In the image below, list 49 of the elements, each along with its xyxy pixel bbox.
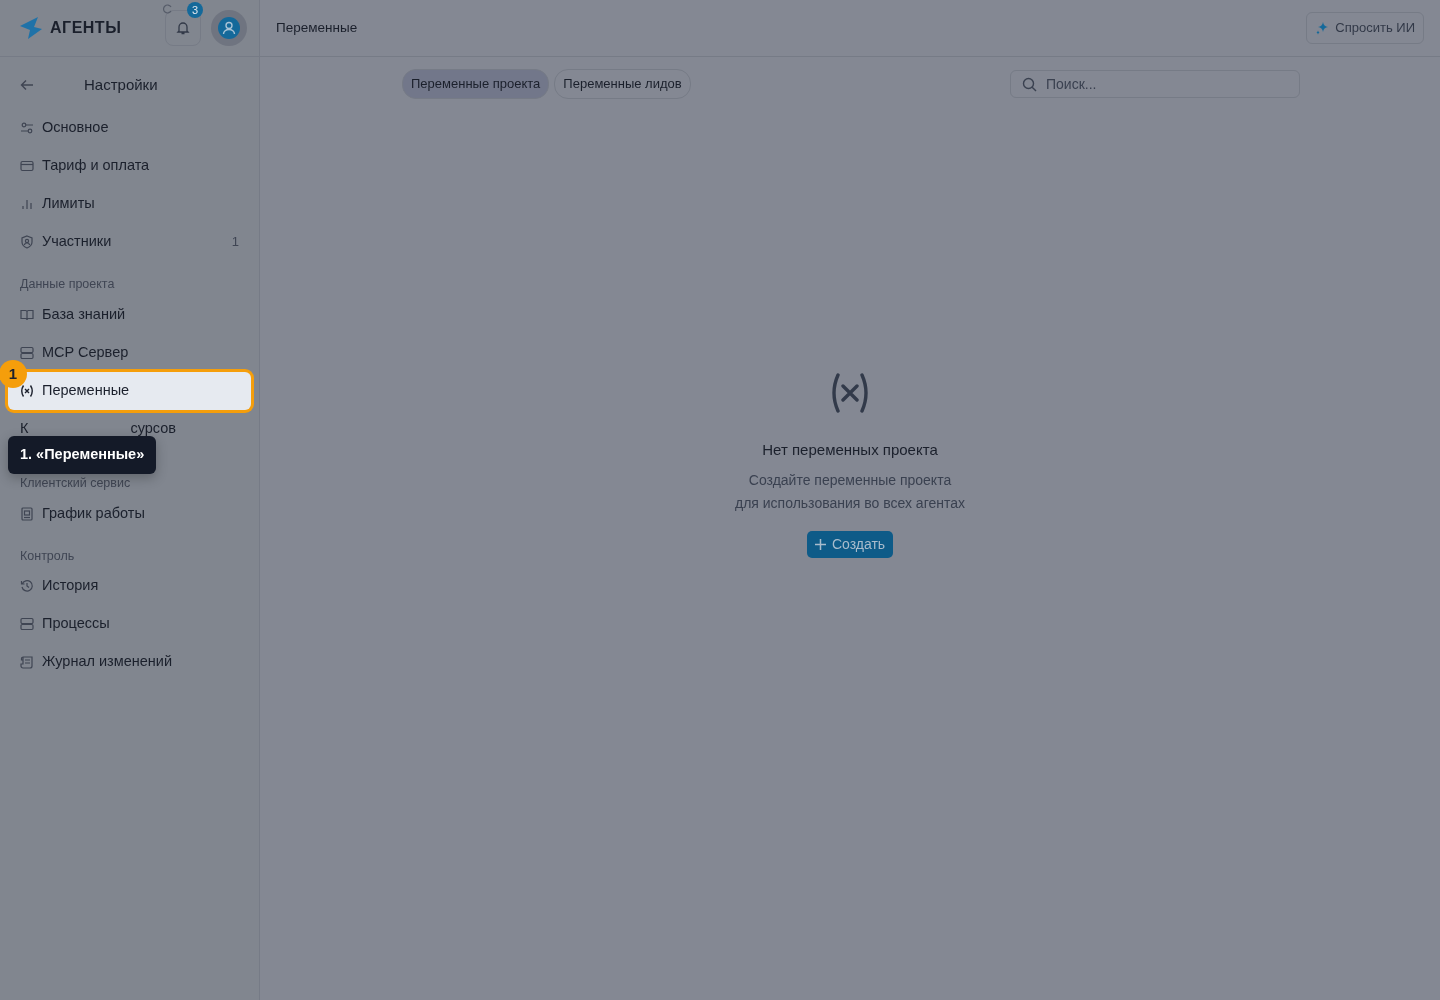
book-icon (20, 506, 34, 521)
avatar[interactable] (211, 10, 247, 46)
shield-user-icon (20, 235, 34, 249)
sidebar-item[interactable]: Журнал изменений (12, 643, 247, 682)
server-icon (20, 345, 34, 360)
bar-chart-icon (20, 197, 34, 211)
sidebar-item[interactable]: Процессы (12, 605, 247, 644)
sidebar-item[interactable]: Тариф и оплата (12, 147, 247, 185)
empty-title: Нет переменных проекта (762, 439, 938, 460)
sidebar-item[interactable]: График работы (12, 494, 247, 533)
sidebar-item[interactable]: База знаний (12, 295, 247, 334)
empty-description: для использования во всех агентах (734, 494, 965, 513)
sliders-icon (20, 121, 34, 135)
brand-name: АГЕНТЫ (50, 18, 122, 38)
plus-icon (814, 539, 826, 550)
notification-count: 3 (187, 2, 203, 18)
card-icon (20, 159, 34, 173)
page-title: Переменные (276, 18, 358, 37)
sidebar-item-label: сурсов (130, 418, 177, 438)
sidebar-item[interactable]: Основное (12, 109, 247, 147)
section-heading: Клиентский сервис (20, 474, 132, 492)
sidebar-item-label: К (20, 418, 29, 438)
empty-description: Создайте переменные проекта (747, 471, 953, 490)
sidebar-item[interactable]: Лимиты (12, 185, 247, 223)
tour-tooltip: 1. «Переменные» (8, 435, 157, 474)
section-heading: Данные проекта (20, 276, 116, 293)
settings-title: Настройки (84, 74, 158, 95)
tab[interactable]: Переменные лидов (554, 69, 691, 99)
tab[interactable]: Переменные проекта (402, 69, 550, 99)
variable-icon (830, 370, 870, 415)
spinner-icon (163, 4, 173, 14)
book-icon (20, 307, 34, 322)
history-icon (20, 579, 34, 594)
scroll-icon (20, 655, 34, 670)
logo-icon (18, 15, 44, 41)
sidebar-item[interactable]: Участники 1 (12, 223, 247, 261)
server-icon (20, 617, 34, 632)
ask-ai-button[interactable]: Спросить ИИ (1306, 12, 1424, 44)
search-field[interactable]: Поиск... (1010, 69, 1300, 98)
section-heading: Контроль (20, 547, 76, 565)
bell-icon (175, 20, 191, 36)
back-arrow-icon[interactable] (20, 78, 34, 92)
variable-icon (20, 383, 34, 398)
sidebar-item[interactable]: История (12, 567, 247, 606)
create-button[interactable]: Создать (806, 531, 894, 558)
member-count: 1 (231, 233, 239, 252)
tour-step-badge: 1 (0, 359, 27, 388)
search-icon (1022, 76, 1037, 92)
user-icon (218, 17, 240, 39)
